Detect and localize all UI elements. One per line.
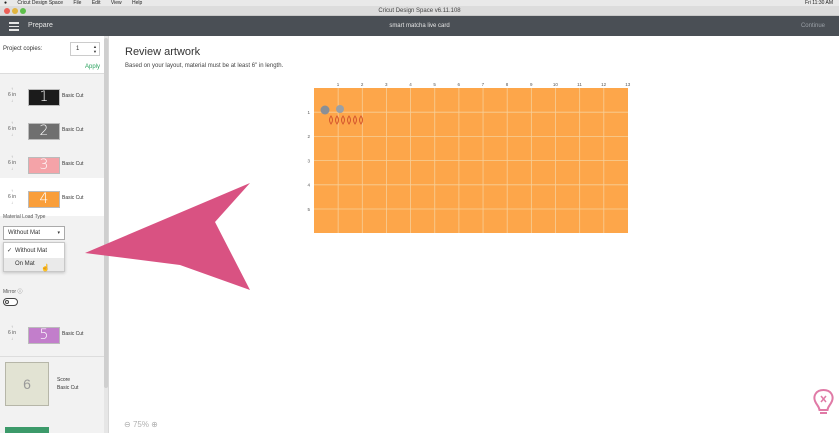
help-bulb-icon[interactable] xyxy=(811,388,836,416)
col-tick-label: 11 xyxy=(577,82,582,87)
artwork-piece-1[interactable] xyxy=(320,105,330,115)
col-tick-label: 9 xyxy=(530,82,533,87)
col-tick-label: 4 xyxy=(409,82,412,87)
col-tick-label: 10 xyxy=(553,82,559,87)
col-tick-label: 3 xyxy=(385,82,388,87)
col-tick-label: 7 xyxy=(482,82,485,87)
row-tick-label: 3 xyxy=(307,158,310,163)
zoom-control[interactable]: ⊖ 75% ⊕ xyxy=(124,420,158,429)
col-tick-label: 13 xyxy=(625,82,631,87)
row-tick-label: 5 xyxy=(307,207,310,212)
col-tick-label: 2 xyxy=(361,82,364,87)
row-rulers: 1 2 3 4 5 xyxy=(307,110,310,212)
col-tick-label: 12 xyxy=(601,82,607,87)
artwork-piece-2[interactable] xyxy=(336,105,344,113)
col-tick-label: 6 xyxy=(457,82,460,87)
column-rulers: 1 2 3 4 5 6 7 8 9 10 11 12 13 xyxy=(337,82,631,87)
row-tick-label: 1 xyxy=(307,110,310,115)
row-tick-label: 2 xyxy=(307,134,310,139)
row-tick-label: 4 xyxy=(307,183,310,188)
pink-pointer-arrow xyxy=(85,183,250,290)
col-tick-label: 5 xyxy=(433,82,436,87)
col-tick-label: 8 xyxy=(506,82,509,87)
mat-preview-canvas: 1 2 3 4 5 6 7 8 9 10 11 12 13 12345 xyxy=(85,82,631,290)
col-tick-label: 1 xyxy=(337,82,340,87)
